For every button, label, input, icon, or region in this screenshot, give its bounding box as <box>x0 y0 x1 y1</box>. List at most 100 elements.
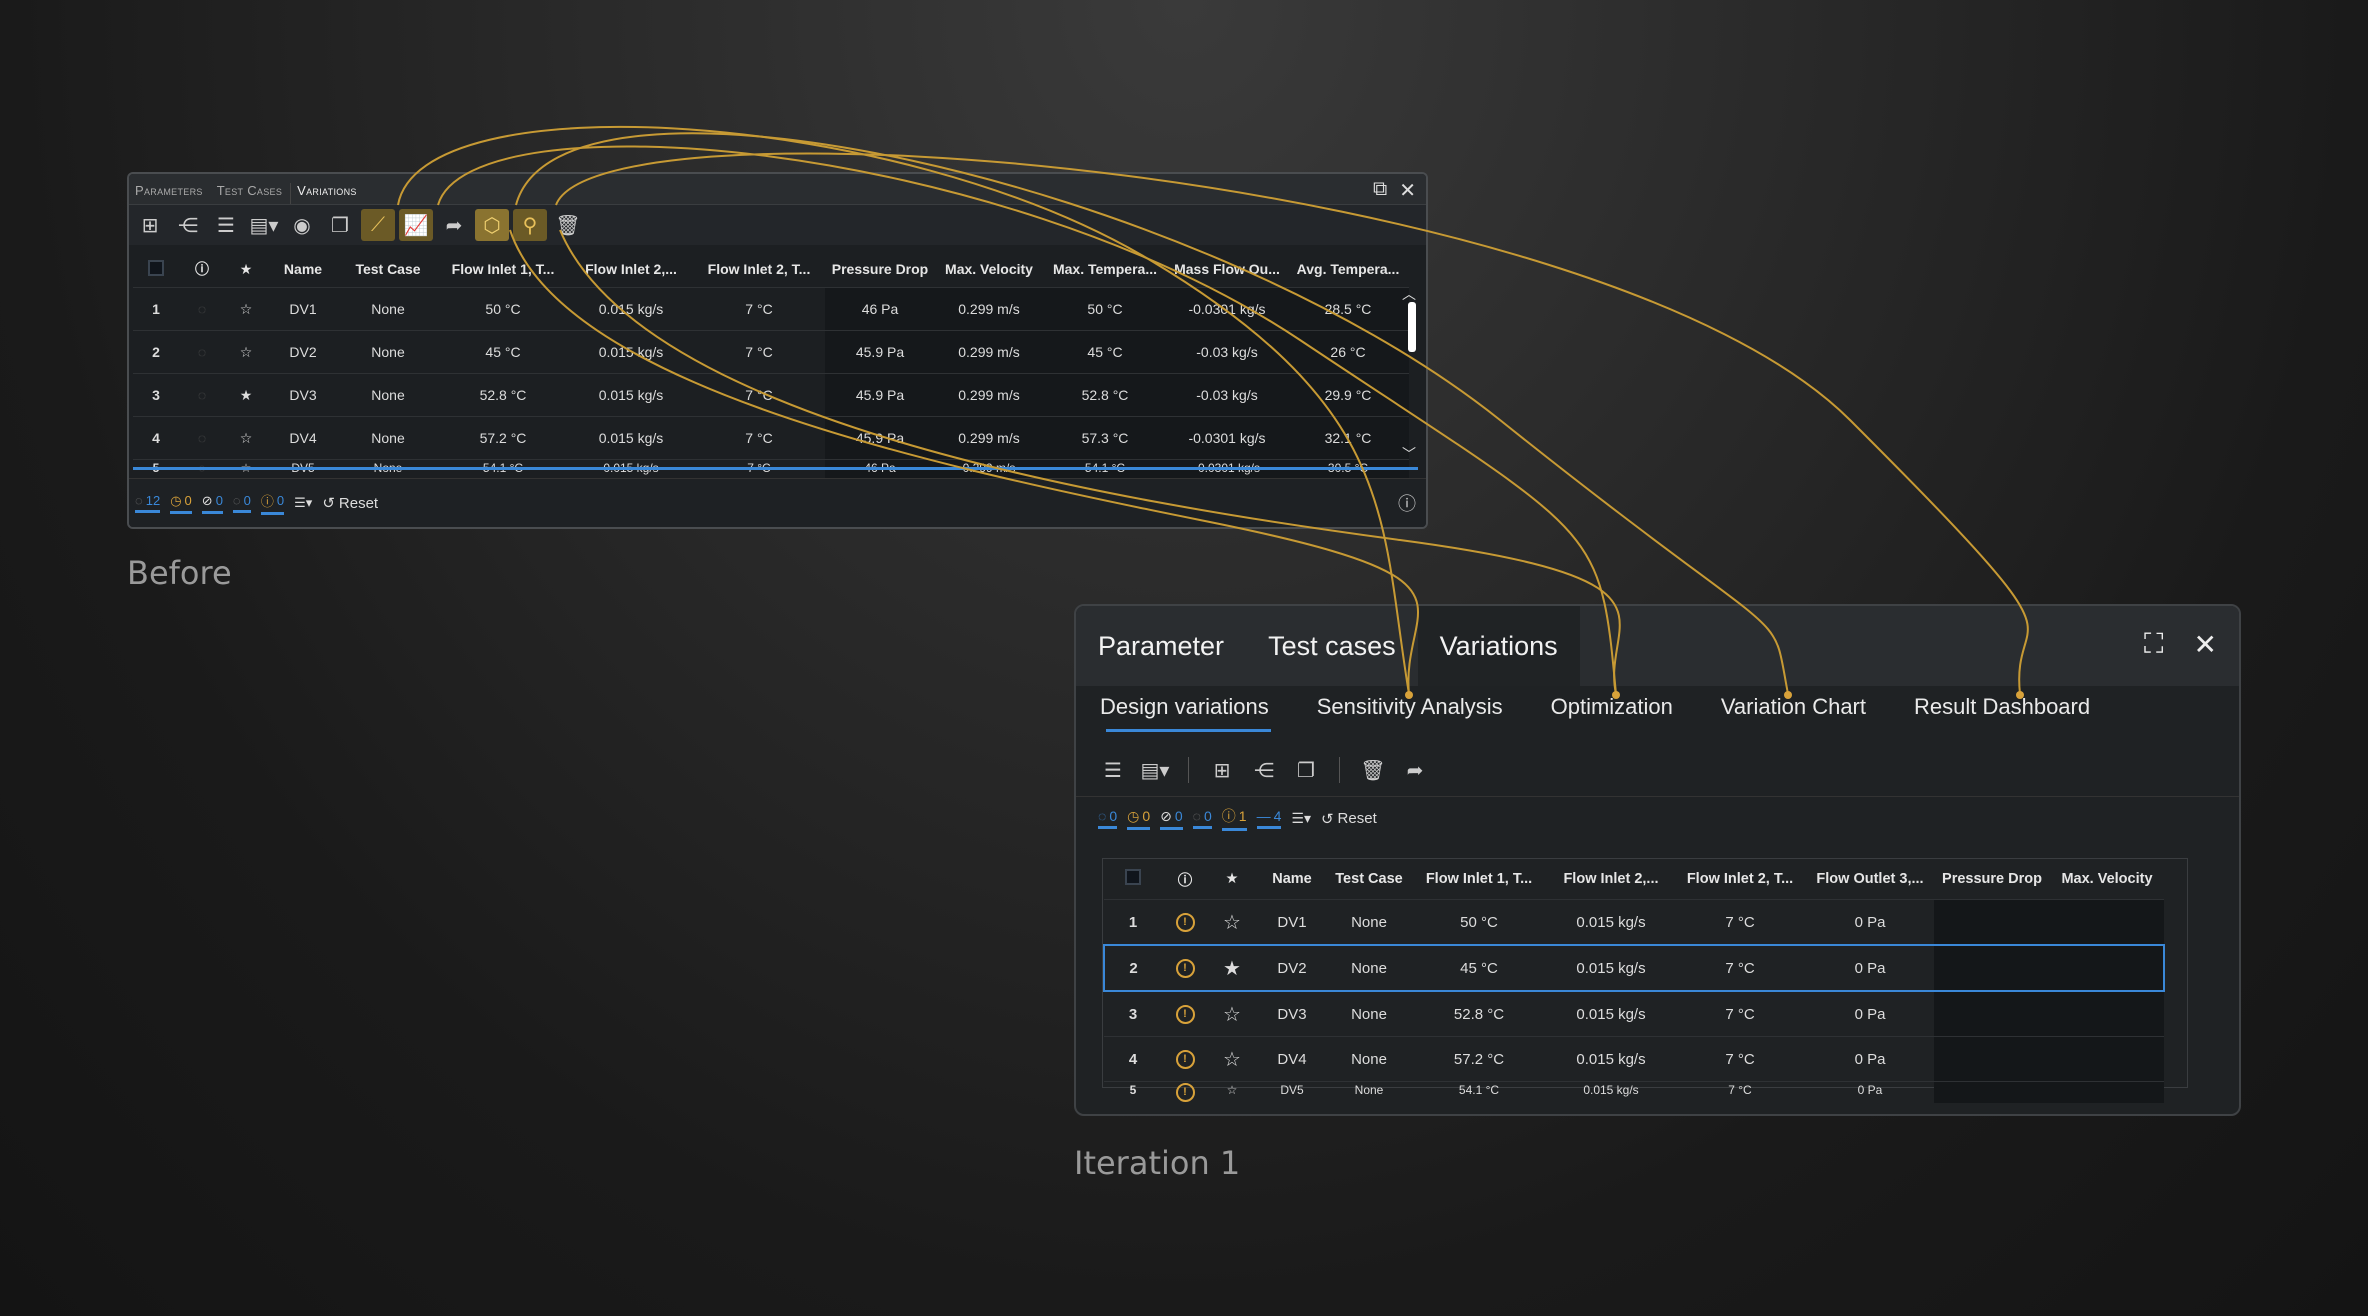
tab-test-cases[interactable]: Test Cases <box>211 183 290 204</box>
subtab-optimization[interactable]: Optimization <box>1551 694 1673 726</box>
status-icon: ◌ <box>179 416 225 460</box>
subtab-variation-chart[interactable]: Variation Chart <box>1721 694 1866 726</box>
rows-icon[interactable]: ☰ <box>209 209 243 241</box>
columns-dropdown-icon[interactable]: ▤▾ <box>1138 754 1172 786</box>
copy-icon[interactable]: ❐ <box>1289 754 1323 786</box>
counter-all[interactable]: ◌ 12 <box>135 493 161 513</box>
cell-pressure-drop <box>1934 944 2050 992</box>
reset-button[interactable]: ↺ Reset <box>322 494 378 513</box>
col-flow-inlet-1-t[interactable]: Flow Inlet 1, T... <box>1410 859 1548 900</box>
close-icon[interactable]: ✕ <box>1399 178 1416 203</box>
col-max-velocity[interactable]: Max. Velocity <box>935 251 1043 288</box>
col-name[interactable]: Name <box>267 251 339 288</box>
table-row[interactable]: 4! ☆ DV4 None 57.2 °C 0.015 kg/s 7 °C 0 Pa <box>1104 1036 2164 1082</box>
fullscreen-icon[interactable]: ⛶ <box>2144 628 2164 661</box>
col-flow-inlet-2[interactable]: Flow Inlet 2,... <box>569 251 693 288</box>
export-icon[interactable]: ➦ <box>437 209 471 241</box>
counter-pending[interactable]: ◷ 0 <box>170 493 192 514</box>
col-flow-inlet-2[interactable]: Flow Inlet 2,... <box>1548 859 1674 900</box>
favorite-star[interactable]: ☆ <box>1208 1081 1256 1103</box>
favorite-star[interactable]: ☆ <box>1208 990 1256 1037</box>
delete-icon[interactable]: 🗑 <box>551 209 585 241</box>
col-flow-inlet-2-t[interactable]: Flow Inlet 2, T... <box>693 251 825 288</box>
rows-icon[interactable]: ☰ <box>1096 754 1130 786</box>
reset-button[interactable]: ↺ Reset <box>1321 810 1377 828</box>
line-chart-icon[interactable]: 📈 <box>399 209 433 241</box>
variation-chart-icon[interactable]: ⬡ <box>475 209 509 241</box>
popout-icon[interactable]: ⧉ <box>1373 178 1387 203</box>
export-icon[interactable]: ➦ <box>1398 754 1432 786</box>
branch-icon[interactable]: ⋲ <box>1247 754 1281 786</box>
col-flow-outlet-3[interactable]: Flow Outlet 3,... <box>1806 859 1934 900</box>
subtab-result-dashboard[interactable]: Result Dashboard <box>1914 694 2090 726</box>
col-test-case[interactable]: Test Case <box>1328 859 1410 900</box>
counter-done[interactable]: ⊘ 0 <box>1160 808 1183 830</box>
row-number: 3 <box>133 373 179 417</box>
col-mass-flow-out[interactable]: Mass Flow Ou... <box>1167 251 1287 288</box>
col-avg-temperature[interactable]: Avg. Tempera... <box>1287 251 1409 288</box>
table-row[interactable]: 2! ★ DV2 None 45 °C 0.015 kg/s 7 °C 0 Pa <box>1103 944 2165 992</box>
counter-running[interactable]: ◌ 0 <box>232 493 251 513</box>
scroll-down-icon[interactable]: ﹀ <box>1402 444 1416 464</box>
sensitivity-chart-icon[interactable]: ⟋ <box>361 209 395 241</box>
tab-parameters[interactable]: Parameters <box>129 183 211 204</box>
cell-name: DV1 <box>1256 899 1328 945</box>
cell-test-case: None <box>1328 1036 1410 1082</box>
favorite-star[interactable]: ☆ <box>225 330 267 374</box>
counter-pending[interactable]: ◷ 0 <box>1127 808 1151 830</box>
info-footer-icon[interactable]: ⓘ <box>1398 490 1416 516</box>
select-all-checkbox[interactable] <box>1104 859 1162 900</box>
table-row[interactable]: 4 ◌ ☆ DV4 None 57.2 °C 0.015 kg/s 7 °C 45.9 Pa 0.… <box>133 416 1409 460</box>
col-max-velocity[interactable]: Max. Velocity <box>2050 859 2164 900</box>
favorite-star[interactable]: ★ <box>225 373 267 417</box>
table-row[interactable]: 3! ☆ DV3 None 52.8 °C 0.015 kg/s 7 °C 0 Pa <box>1104 990 2164 1037</box>
scrollbar-thumb[interactable] <box>1408 302 1416 352</box>
col-test-case[interactable]: Test Case <box>339 251 437 288</box>
cell-mass-flow-out: -0.03 kg/s <box>1167 330 1287 374</box>
table-row[interactable]: 3 ◌ ★ DV3 None 52.8 °C 0.015 kg/s 7 °C 45.9 Pa 0.… <box>133 373 1409 417</box>
table-row[interactable]: 2 ◌ ☆ DV2 None 45 °C 0.015 kg/s 7 °C 45.9 Pa 0.29… <box>133 330 1409 374</box>
subtab-design-variations[interactable]: Design variations <box>1100 694 1271 732</box>
col-name[interactable]: Name <box>1256 859 1328 900</box>
table-row[interactable]: 1 ◌ ☆ DV1 None 50 °C 0.015 kg/s 7 °C 46 Pa 0.299 … <box>133 287 1409 331</box>
visibility-icon[interactable]: ◉ <box>285 209 319 241</box>
dashboard-icon[interactable]: ⚲ <box>513 209 547 241</box>
tab-variations[interactable]: Variations <box>1417 606 1580 686</box>
col-flow-inlet-2-t[interactable]: Flow Inlet 2, T... <box>1674 859 1806 900</box>
tab-test-cases[interactable]: Test cases <box>1246 606 1418 686</box>
delete-icon[interactable]: 🗑 <box>1356 754 1390 786</box>
add-variation-icon[interactable]: ⊞ <box>133 209 167 241</box>
favorite-star[interactable]: ☆ <box>225 416 267 460</box>
favorite-star[interactable]: ★ <box>1208 944 1256 992</box>
columns-dropdown-icon[interactable]: ▤▾ <box>247 209 281 241</box>
cell-flow-inlet-2: 0.015 kg/s <box>1548 990 1674 1037</box>
add-variation-icon[interactable]: ⊞ <box>1205 754 1239 786</box>
list-dropdown-icon[interactable]: ☰▾ <box>1291 810 1311 827</box>
favorite-header-icon: ★ <box>1225 871 1239 887</box>
table-row[interactable]: 5! ☆ DV5 None 54.1 °C 0.015 kg/s 7 °C 0 Pa <box>1104 1081 2164 1103</box>
counter-warning[interactable]: ⓘ 0 <box>260 491 285 515</box>
select-all-checkbox[interactable] <box>133 251 179 288</box>
col-pressure-drop[interactable]: Pressure Drop <box>1934 859 2050 900</box>
favorite-star[interactable]: ☆ <box>225 287 267 331</box>
list-dropdown-icon[interactable]: ☰▾ <box>294 495 312 511</box>
copy-icon[interactable]: ❐ <box>323 209 357 241</box>
tab-parameter[interactable]: Parameter <box>1076 606 1246 686</box>
counter-running[interactable]: ◌ 0 <box>1192 808 1212 829</box>
subtab-sensitivity-analysis[interactable]: Sensitivity Analysis <box>1317 694 1503 726</box>
tab-variations[interactable]: Variations <box>290 183 365 204</box>
col-flow-inlet-1-t[interactable]: Flow Inlet 1, T... <box>437 251 569 288</box>
favorite-star[interactable]: ☆ <box>1208 899 1256 945</box>
close-icon[interactable]: ✕ <box>2194 628 2217 661</box>
branch-icon[interactable]: ⋲ <box>171 209 205 241</box>
table-row[interactable]: 1! ☆ DV1 None 50 °C 0.015 kg/s 7 °C 0 Pa <box>1104 899 2164 945</box>
favorite-star[interactable]: ☆ <box>1208 1036 1256 1082</box>
col-max-temperature[interactable]: Max. Tempera... <box>1043 251 1167 288</box>
counter-other[interactable]: —4 <box>1256 808 1282 829</box>
counter-done[interactable]: ⊘ 0 <box>201 493 223 514</box>
counter-all[interactable]: ◌ 0 <box>1098 808 1118 829</box>
counter-warning[interactable]: ⓘ 1 <box>1221 806 1247 831</box>
cell-flow-inlet-2: 0.015 kg/s <box>1548 1081 1674 1103</box>
scroll-up-icon[interactable]: ︿ <box>1402 284 1416 304</box>
col-pressure-drop[interactable]: Pressure Drop <box>825 251 935 288</box>
